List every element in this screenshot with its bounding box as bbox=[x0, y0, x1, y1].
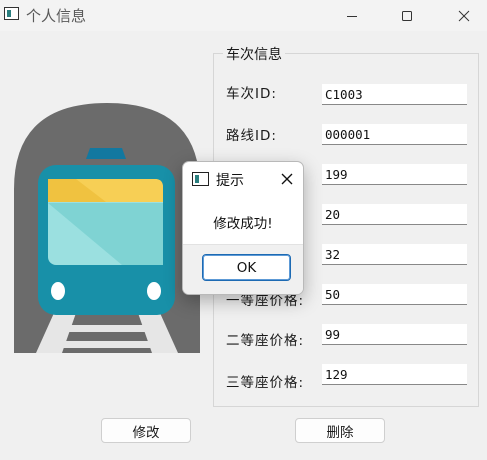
minimize-button[interactable] bbox=[329, 0, 375, 31]
train-id-label: 车次ID: bbox=[226, 86, 277, 102]
app-icon bbox=[4, 7, 19, 20]
ok-button[interactable]: OK bbox=[202, 254, 291, 281]
first-class-price-input[interactable]: 50 bbox=[322, 284, 467, 305]
third-class-price-input[interactable]: 129 bbox=[322, 364, 467, 385]
window-title: 个人信息 bbox=[26, 7, 87, 25]
train-id-input[interactable]: C1003 bbox=[322, 84, 467, 105]
route-id-label: 路线ID: bbox=[226, 128, 277, 144]
dialog-message: 修改成功! bbox=[213, 216, 273, 232]
title-bar: 个人信息 bbox=[0, 0, 487, 31]
train-illustration-icon bbox=[14, 103, 200, 353]
message-dialog: 提示 修改成功! OK bbox=[182, 161, 304, 295]
dialog-close-button[interactable] bbox=[276, 168, 298, 190]
close-window-button[interactable] bbox=[441, 0, 487, 31]
dialog-app-icon bbox=[192, 172, 209, 186]
close-icon bbox=[458, 10, 470, 21]
field-5-input[interactable]: 32 bbox=[322, 244, 467, 265]
second-class-price-input[interactable]: 99 bbox=[322, 324, 467, 345]
dialog-title: 提示 bbox=[216, 173, 244, 189]
modify-button[interactable]: 修改 bbox=[101, 418, 191, 443]
field-4-input[interactable]: 20 bbox=[322, 204, 467, 225]
close-icon bbox=[281, 173, 293, 185]
route-id-input[interactable]: 000001 bbox=[322, 124, 467, 145]
minimize-icon bbox=[347, 15, 357, 17]
delete-button[interactable]: 删除 bbox=[295, 418, 385, 443]
group-title: 车次信息 bbox=[223, 44, 285, 64]
maximize-icon bbox=[402, 10, 412, 21]
field-3-input[interactable]: 199 bbox=[322, 164, 467, 185]
maximize-button[interactable] bbox=[384, 0, 430, 31]
second-class-price-label: 二等座价格: bbox=[226, 333, 305, 349]
third-class-price-label: 三等座价格: bbox=[226, 375, 305, 391]
